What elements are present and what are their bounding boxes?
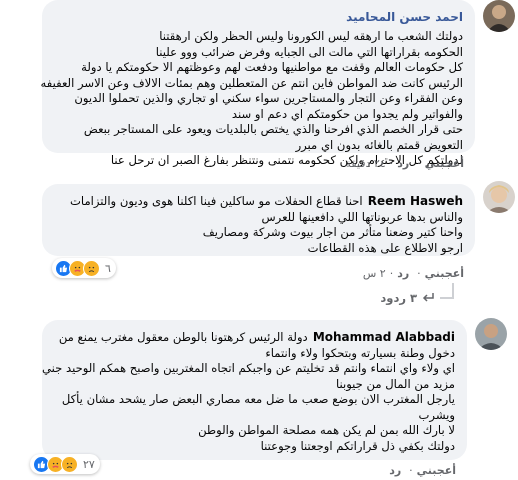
reaction-count: ٦	[105, 261, 111, 275]
comment-actions: أعجبني·رد·٢ س	[362, 267, 464, 280]
thread-connector	[440, 297, 454, 299]
reply-button[interactable]: رد	[397, 157, 409, 170]
reply-button[interactable]: رد	[389, 464, 401, 477]
comment-bubble: Mohammad Alabbadi دولة الرئيس كرهتونا با…	[42, 320, 467, 460]
comment-text-line: حتى قرار الخصم الذي افرحنا والذي يختص با…	[83, 122, 463, 136]
comment-text-line: واحنا كتير وضعنا متأثر من اجار بيوت وشرك…	[202, 225, 463, 239]
comment-actions: أعجبني·رد	[389, 464, 456, 477]
like-button[interactable]: أعجبني	[425, 267, 464, 280]
comment-text-line: الحكومه بقراراتها التي مالت الى الجبايه …	[155, 44, 463, 59]
view-replies-link[interactable]: ٣ ردود	[380, 291, 434, 305]
like-button[interactable]: أعجبني	[417, 464, 456, 477]
reactions-summary[interactable]: ٢٧	[30, 454, 100, 474]
comment-text-line: كل حكومات العالم وقفت مع مواطنيها ودفعت …	[81, 60, 463, 74]
like-button[interactable]: أعجبني	[425, 157, 464, 170]
comment-bubble: احمد حسن المحاميد دولتك الشعب ما ارهقه ل…	[40, 0, 475, 167]
comment-text-line: لا بارك الله بمن لم يكن همه مصلحة المواط…	[198, 423, 455, 437]
comment-text-line: ارجو الاطلاع على هذه القطاعات	[307, 240, 463, 255]
reactions-summary[interactable]: ٦	[52, 258, 116, 278]
comment-text-line: احنا قطاع الحفلات مو ساكلين فينا اكلنا ه…	[70, 194, 363, 208]
comment-text-line: دولتك بكفي ذل قراراتكم اوجعتنا وجوعتنا	[260, 438, 455, 453]
comment-text-line: دولتك الشعب ما ارهقه ليس الكورونا وليس ا…	[159, 29, 463, 43]
comment-actions: أعجبني·رد·٢٤ دقيقة	[345, 157, 464, 170]
thread-connector	[452, 283, 454, 297]
avatar[interactable]	[483, 181, 515, 213]
reply-arrow-icon	[422, 291, 434, 305]
sad-reaction-icon	[61, 455, 78, 473]
comment-text-line: يارجل المغترب الان بوضع صعب ما ضل معه مص…	[61, 392, 455, 406]
sad-reaction-icon	[83, 259, 100, 277]
comment-author[interactable]: احمد حسن المحاميد	[346, 10, 463, 24]
comment-text-line: الرئيس كانت ضد المواطن فاين انتم عن المت…	[40, 75, 463, 90]
comment-text-line: ويشرب	[418, 407, 455, 422]
comment-text-line: دخول وطنة بسيارته وبتحكوا ولاء وانتماء	[265, 345, 455, 360]
reply-button[interactable]: رد	[397, 267, 409, 280]
comment-author[interactable]: Mohammad Alabbadi	[313, 330, 455, 344]
replies-count[interactable]: ٣ ردود	[380, 291, 417, 305]
comment-author[interactable]: Reem Hasweh	[368, 194, 463, 208]
avatar[interactable]	[475, 318, 507, 350]
comment-text-line: اي ولاء واي انتماء وانتم قد تخليتم عن وا…	[41, 361, 455, 375]
comment-text-line: والفواتير ولم يجدوا من حكومتكم اي دعم او…	[231, 106, 463, 121]
comment-bubble: Reem Hasweh احنا قطاع الحفلات مو ساكلين …	[42, 184, 475, 256]
comment-text-line: مزيد من المال من جيوبنا	[335, 376, 455, 391]
comment-time[interactable]: ٢٤ دقيقة	[345, 157, 385, 170]
comment-text-line: والناس بدها عربوناتها اللي دافعينها للعر…	[261, 209, 463, 224]
avatar[interactable]	[483, 0, 515, 32]
comment-text-line: التعويض قمتم بالغائه بدون اي مبرر	[295, 137, 463, 152]
comment-text-line: وعن الفقراء وعن التجار والمستاجرين سواء …	[74, 91, 463, 105]
comment-text-line: دولة الرئيس كرهتونا بالوطن معقول مغترب ي…	[58, 330, 308, 344]
comment-time[interactable]: ٢ س	[363, 267, 386, 280]
reaction-count: ٢٧	[83, 457, 95, 471]
